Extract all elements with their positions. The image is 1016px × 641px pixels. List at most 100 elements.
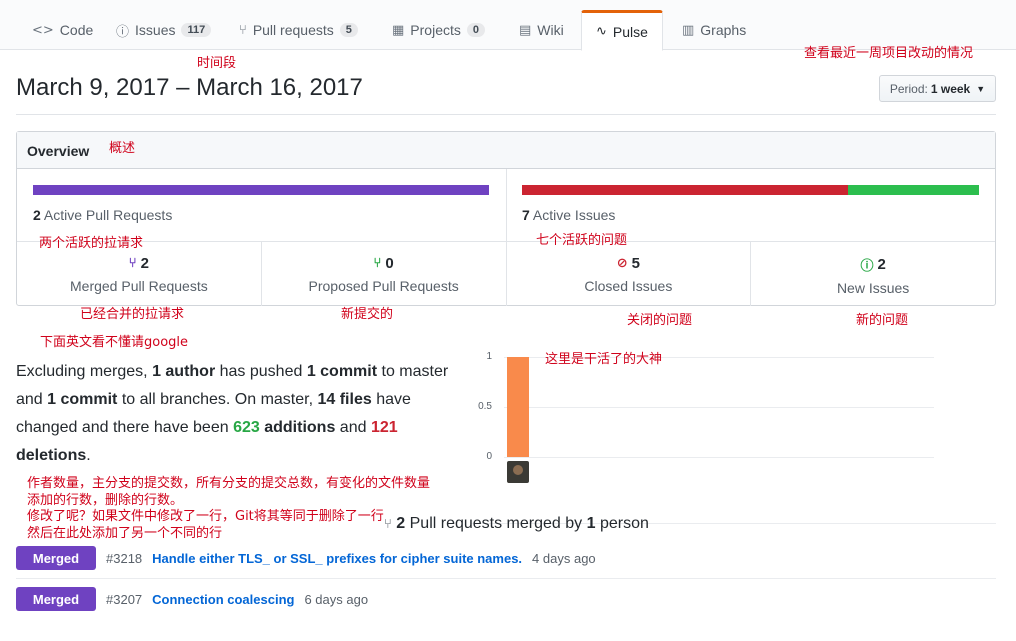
tab-code[interactable]: <> Code bbox=[18, 10, 107, 50]
annotation-contributor: 这里是干活了的大神 bbox=[545, 352, 663, 367]
caret-down-icon: ▼ bbox=[976, 83, 986, 94]
pr-number: #3218 bbox=[106, 550, 143, 566]
merged-prs-label: Merged Pull Requests bbox=[70, 278, 208, 294]
contributor-avatar[interactable] bbox=[507, 461, 529, 483]
active-prs-link[interactable]: 2 Active Pull Requests bbox=[33, 207, 172, 223]
summary-text: to all branches. On master, bbox=[117, 391, 318, 408]
author-count: 1 author bbox=[152, 363, 216, 380]
annotation-closed: 关闭的问题 bbox=[627, 313, 693, 328]
overview-title: Overview bbox=[17, 132, 995, 169]
annotation-week: 查看最近一周项目改动的情况 bbox=[804, 46, 974, 61]
additions-label: additions bbox=[259, 419, 336, 436]
tab-label: Projects bbox=[410, 22, 461, 38]
proposed-prs-stat[interactable]: ⑂ 0 Proposed Pull Requests bbox=[262, 242, 507, 306]
active-issues-link[interactable]: 7 Active Issues bbox=[522, 207, 615, 223]
pr-time: 6 days ago bbox=[304, 591, 369, 607]
y-tick-label: 0 bbox=[486, 451, 492, 462]
tab-label: Pulse bbox=[612, 23, 648, 40]
merged-badge: Merged bbox=[16, 546, 96, 570]
tab-label: Pull requests bbox=[252, 22, 334, 38]
closed-issues-count: 5 bbox=[631, 255, 640, 272]
wiki-icon: ▤ bbox=[519, 22, 532, 38]
chart-bar bbox=[507, 357, 529, 457]
gridline bbox=[504, 457, 934, 458]
pull-requests-counter: 5 bbox=[339, 23, 358, 37]
summary-text: has pushed bbox=[215, 363, 307, 380]
merge-icon: ⑂ bbox=[384, 517, 392, 532]
commit-summary: Excluding merges, 1 author has pushed 1 … bbox=[16, 358, 466, 470]
new-issues-bar bbox=[848, 185, 979, 195]
active-prs-bar bbox=[33, 185, 489, 195]
tab-label: Issues bbox=[135, 22, 176, 38]
closed-issues-stat[interactable]: ⊘ 5 Closed Issues bbox=[507, 242, 752, 306]
new-issues-stat[interactable]: ⓘ 2 New Issues bbox=[751, 242, 995, 306]
contributor-chart: 1 0.5 0 bbox=[470, 348, 940, 488]
annotation-active-issues: 七个活跃的问题 bbox=[536, 233, 628, 248]
deletions-label: deletions bbox=[16, 447, 87, 464]
pr-title-link[interactable]: Connection coalescing bbox=[152, 592, 294, 607]
prs-merged-count: 2 bbox=[396, 515, 406, 532]
code-icon: <> bbox=[32, 22, 54, 38]
pr-title-link[interactable]: Handle either TLS_ or SSL_ prefixes for … bbox=[152, 551, 522, 566]
pr-number: #3207 bbox=[106, 591, 143, 607]
overview-stats-row: ⑂ 2 Merged Pull Requests ⑂ 0 Proposed Pull… bbox=[17, 241, 995, 306]
all-commit-count: 1 commit bbox=[47, 391, 118, 408]
issue-icon: ⓘ bbox=[116, 24, 130, 40]
divider bbox=[16, 114, 996, 115]
active-issues-count: 7 bbox=[522, 207, 530, 223]
period-value: 1 week bbox=[930, 81, 971, 96]
tab-label: Wiki bbox=[537, 22, 564, 38]
tab-pulse[interactable]: ∿ Pulse bbox=[581, 10, 663, 51]
proposed-prs-count: 0 bbox=[385, 255, 394, 272]
annotation-new: 新的问题 bbox=[856, 313, 909, 328]
deletions-count: 121 bbox=[370, 419, 398, 436]
period-label: Period: bbox=[889, 81, 928, 96]
files-count: 14 files bbox=[317, 391, 372, 408]
active-prs-label: Active Pull Requests bbox=[43, 207, 173, 223]
merge-icon: ⑂ bbox=[128, 256, 137, 271]
divider bbox=[506, 169, 507, 241]
heading-text: Pull requests merged by bbox=[405, 515, 587, 532]
tab-wiki[interactable]: ▤ Wiki bbox=[505, 10, 578, 50]
tab-issues[interactable]: ⓘ Issues 117 bbox=[102, 10, 225, 50]
active-prs-count: 2 bbox=[33, 207, 41, 223]
closed-issues-bar bbox=[522, 185, 848, 195]
annotation-note: 然后在此处添加了另一个不同的行 bbox=[27, 526, 223, 541]
annotation-period: 时间段 bbox=[197, 56, 237, 71]
tab-label: Graphs bbox=[700, 22, 747, 38]
prs-merged-heading: ⑂ 2 Pull requests merged by 1 person bbox=[384, 515, 649, 533]
proposed-prs-label: Proposed Pull Requests bbox=[308, 278, 459, 294]
y-tick-label: 1 bbox=[486, 351, 492, 362]
list-item: Merged #3218 Handle either TLS_ or SSL_ … bbox=[16, 546, 596, 570]
graph-icon: ▥ bbox=[682, 22, 695, 38]
additions-count: 623 bbox=[233, 419, 260, 436]
issue-opened-icon: ⓘ bbox=[860, 259, 874, 274]
active-issues-label: Active Issues bbox=[532, 207, 616, 223]
annotation-proposed: 新提交的 bbox=[341, 307, 394, 322]
merged-prs-count: 2 bbox=[140, 255, 149, 272]
pr-time: 4 days ago bbox=[532, 550, 596, 566]
tab-graphs[interactable]: ▥ Graphs bbox=[668, 10, 760, 50]
people-count: 1 bbox=[586, 515, 596, 532]
merged-badge: Merged bbox=[16, 587, 96, 611]
annotation-active-prs: 两个活跃的拉请求 bbox=[39, 236, 144, 251]
tab-pull-requests[interactable]: ⑂ Pull requests 5 bbox=[225, 10, 372, 50]
closed-issues-label: Closed Issues bbox=[584, 278, 673, 294]
merged-prs-stat[interactable]: ⑂ 2 Merged Pull Requests bbox=[17, 242, 262, 306]
issue-closed-icon: ⊘ bbox=[616, 256, 628, 271]
overview-panel: Overview 2 Active Pull Requests 7 Active… bbox=[16, 131, 996, 306]
page-title: March 9, 2017 – March 16, 2017 bbox=[16, 74, 363, 101]
summary-text: and bbox=[335, 419, 371, 436]
divider bbox=[16, 578, 996, 579]
period-select-button[interactable]: Period: 1 week ▼ bbox=[879, 75, 996, 102]
summary-text: . bbox=[86, 447, 91, 464]
annotation-google: 下面英文看不懂请google bbox=[40, 335, 189, 350]
new-issues-label: New Issues bbox=[836, 280, 910, 296]
master-commit-count: 1 commit bbox=[306, 363, 378, 380]
project-icon: ▦ bbox=[392, 22, 405, 38]
pull-request-icon: ⑂ bbox=[373, 256, 382, 271]
tab-projects[interactable]: ▦ Projects 0 bbox=[378, 10, 499, 50]
issues-counter: 117 bbox=[181, 23, 212, 37]
y-tick-label: 0.5 bbox=[478, 401, 492, 412]
projects-counter: 0 bbox=[466, 23, 485, 37]
